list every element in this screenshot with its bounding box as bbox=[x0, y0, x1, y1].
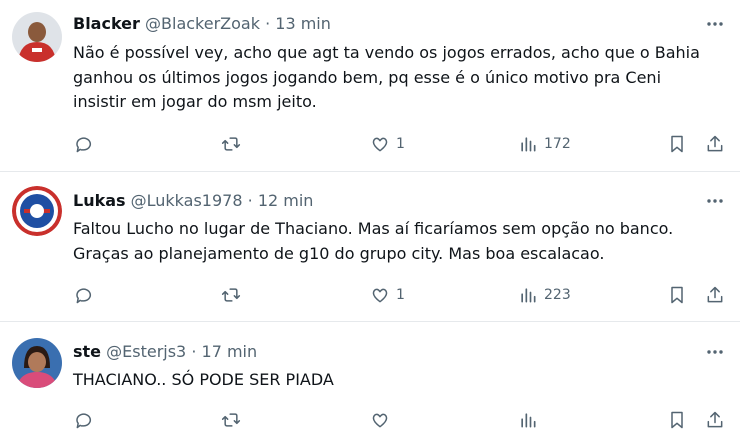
more-icon[interactable] bbox=[704, 191, 726, 211]
display-name[interactable]: Blacker bbox=[73, 14, 140, 33]
like-button[interactable]: 1 bbox=[370, 283, 405, 307]
views-button[interactable]: 223 bbox=[518, 283, 571, 307]
reply-icon bbox=[76, 137, 92, 153]
tweet-actions: 1 223 bbox=[0, 283, 740, 307]
share-button[interactable] bbox=[705, 408, 725, 432]
user-handle[interactable]: @Esterjs3 bbox=[106, 342, 186, 361]
bookmark-icon bbox=[671, 411, 683, 429]
reply-button[interactable] bbox=[74, 132, 94, 156]
bookmark-button[interactable] bbox=[667, 132, 687, 156]
tweet-card[interactable]: ste @Esterjs3 · 17 min THACIANO.. SÓ POD… bbox=[0, 322, 740, 429]
display-name[interactable]: ste bbox=[73, 342, 101, 361]
retweet-button[interactable] bbox=[221, 132, 241, 156]
reply-button[interactable] bbox=[74, 283, 94, 307]
more-icon[interactable] bbox=[704, 342, 726, 362]
share-icon bbox=[707, 286, 723, 303]
user-handle[interactable]: @BlackerZoak bbox=[145, 14, 260, 33]
views-button[interactable]: 172 bbox=[518, 132, 571, 156]
share-icon bbox=[707, 411, 723, 428]
avatar[interactable] bbox=[12, 12, 62, 62]
timestamp[interactable]: 12 min bbox=[258, 191, 314, 210]
tweet-text-line: THACIANO.. SÓ PODE SER PIADA bbox=[73, 370, 334, 389]
tweet-actions: 1 172 bbox=[0, 132, 740, 156]
view-count: 223 bbox=[544, 287, 571, 303]
tweet-header: Lukas @Lukkas1978 · 12 min bbox=[73, 191, 313, 211]
timeline-feed: Blacker @BlackerZoak · 13 min Não é poss… bbox=[0, 0, 740, 429]
tweet-text-line: insistir em jogar do msm jeito. bbox=[73, 92, 317, 111]
bookmark-icon bbox=[671, 135, 683, 153]
separator-dot: · bbox=[191, 342, 197, 361]
bookmark-button[interactable] bbox=[667, 283, 687, 307]
tweet-text-line: Graças ao planejamento de g10 do grupo c… bbox=[73, 243, 605, 263]
user-handle[interactable]: @Lukkas1978 bbox=[131, 191, 243, 210]
tweet-card[interactable]: Blacker @BlackerZoak · 13 min Não é poss… bbox=[0, 0, 740, 172]
bookmark-icon bbox=[671, 286, 683, 304]
bookmark-button[interactable] bbox=[667, 408, 687, 432]
tweet-actions bbox=[0, 408, 740, 432]
tweet-header: Blacker @BlackerZoak · 13 min bbox=[73, 14, 331, 34]
like-count: 1 bbox=[396, 136, 405, 152]
more-icon[interactable] bbox=[704, 14, 726, 34]
retweet-button[interactable] bbox=[221, 283, 241, 307]
view-count: 172 bbox=[544, 136, 571, 152]
tweet-card[interactable]: Lukas @Lukkas1978 · 12 min Faltou Lucho … bbox=[0, 172, 740, 322]
tweet-text: Não é possível vey, acho que agt ta vend… bbox=[73, 41, 728, 115]
heart-icon bbox=[372, 413, 388, 428]
like-button[interactable] bbox=[370, 408, 390, 432]
share-icon bbox=[707, 135, 723, 152]
reply-icon bbox=[76, 413, 92, 429]
avatar[interactable] bbox=[12, 338, 62, 388]
timestamp[interactable]: 17 min bbox=[202, 342, 258, 361]
retweet-icon bbox=[221, 288, 241, 302]
tweet-header: ste @Esterjs3 · 17 min bbox=[73, 342, 257, 362]
tweet-text-line: Faltou Lucho no lugar de Thaciano. Mas a… bbox=[73, 219, 674, 238]
avatar[interactable] bbox=[12, 186, 62, 236]
tweet-text: Faltou Lucho no lugar de Thaciano. Mas a… bbox=[73, 217, 728, 266]
tweet-text: THACIANO.. SÓ PODE SER PIADA bbox=[73, 368, 728, 393]
tweet-text-line: Não é possível vey, acho que agt ta vend… bbox=[73, 43, 700, 62]
share-button[interactable] bbox=[705, 132, 725, 156]
timestamp[interactable]: 13 min bbox=[275, 14, 331, 33]
like-count: 1 bbox=[396, 287, 405, 303]
reply-button[interactable] bbox=[74, 408, 94, 432]
tweet-text-line: ganhou os últimos jogos jogando bem, pq … bbox=[73, 67, 662, 87]
separator-dot: · bbox=[265, 14, 271, 33]
share-button[interactable] bbox=[705, 283, 725, 307]
views-icon bbox=[521, 137, 536, 152]
heart-icon bbox=[372, 288, 388, 303]
views-icon bbox=[521, 413, 536, 428]
views-button[interactable] bbox=[518, 408, 538, 432]
retweet-icon bbox=[221, 137, 241, 151]
like-button[interactable]: 1 bbox=[370, 132, 405, 156]
retweet-button[interactable] bbox=[221, 408, 241, 432]
heart-icon bbox=[372, 137, 388, 152]
separator-dot: · bbox=[247, 191, 253, 210]
reply-icon bbox=[76, 288, 92, 304]
views-icon bbox=[521, 288, 536, 303]
retweet-icon bbox=[221, 413, 241, 427]
display-name[interactable]: Lukas bbox=[73, 191, 126, 210]
